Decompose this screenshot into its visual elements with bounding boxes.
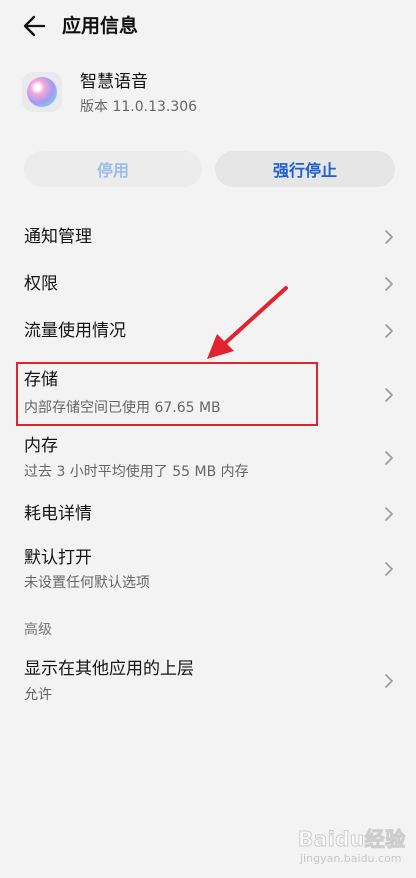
chevron-right-icon xyxy=(385,230,393,244)
disable-button: 停用 xyxy=(24,151,202,187)
chevron-right-icon xyxy=(385,324,393,338)
app-bar: 应用信息 xyxy=(0,0,416,52)
voice-assistant-orb-icon xyxy=(27,77,57,107)
app-version: 版本 11.0.13.306 xyxy=(80,99,198,115)
chevron-right-icon xyxy=(385,674,393,688)
menu-item-title: 显示在其他应用的上层 xyxy=(24,659,194,679)
menu-item-display-over-other-apps[interactable]: 显示在其他应用的上层 允许 xyxy=(0,650,416,712)
force-stop-button[interactable]: 强行停止 xyxy=(215,151,395,187)
menu-item-permissions[interactable]: 权限 xyxy=(0,261,416,309)
page-title: 应用信息 xyxy=(62,15,139,37)
arrow-left-icon xyxy=(23,15,46,37)
menu-item-title: 耗电详情 xyxy=(24,504,92,524)
menu-item-subtitle: 过去 3 小时平均使用了 55 MB 内存 xyxy=(24,464,249,480)
menu-item-title: 存储 xyxy=(24,370,58,390)
menu-item-memory[interactable]: 内存 过去 3 小时平均使用了 55 MB 内存 xyxy=(0,428,416,490)
back-button[interactable] xyxy=(20,11,50,41)
menu-item-open-by-default[interactable]: 默认打开 未设置任何默认选项 xyxy=(0,538,416,602)
menu-item-subtitle: 未设置任何默认选项 xyxy=(24,575,150,591)
menu-item-data-usage[interactable]: 流量使用情况 xyxy=(0,309,416,355)
menu-item-title: 通知管理 xyxy=(24,227,92,247)
menu-item-title: 内存 xyxy=(24,436,58,456)
menu-item-power-usage[interactable]: 耗电详情 xyxy=(0,490,416,538)
watermark: Baidu经验 jingyan.baidu.com xyxy=(290,826,408,872)
watermark-url: jingyan.baidu.com xyxy=(300,852,402,865)
chevron-right-icon xyxy=(385,451,393,465)
menu-item-storage[interactable]: 存储 内部存储空间已使用 67.65 MB xyxy=(0,362,416,428)
menu-item-title: 流量使用情况 xyxy=(24,321,126,341)
chevron-right-icon xyxy=(385,277,393,291)
menu-item-subtitle: 允许 xyxy=(24,687,52,703)
chevron-right-icon xyxy=(385,388,393,402)
chevron-right-icon xyxy=(385,562,393,576)
watermark-logo: Baidu经验 xyxy=(298,827,406,852)
app-name: 智慧语音 xyxy=(80,72,148,92)
menu-item-title: 权限 xyxy=(24,274,58,294)
menu-item-notifications[interactable]: 通知管理 xyxy=(0,213,416,261)
section-label-advanced: 高级 xyxy=(24,622,52,638)
menu-item-title: 默认打开 xyxy=(24,548,92,568)
menu-item-subtitle: 内部存储空间已使用 67.65 MB xyxy=(24,400,221,416)
app-icon xyxy=(22,72,62,112)
chevron-right-icon xyxy=(385,507,393,521)
